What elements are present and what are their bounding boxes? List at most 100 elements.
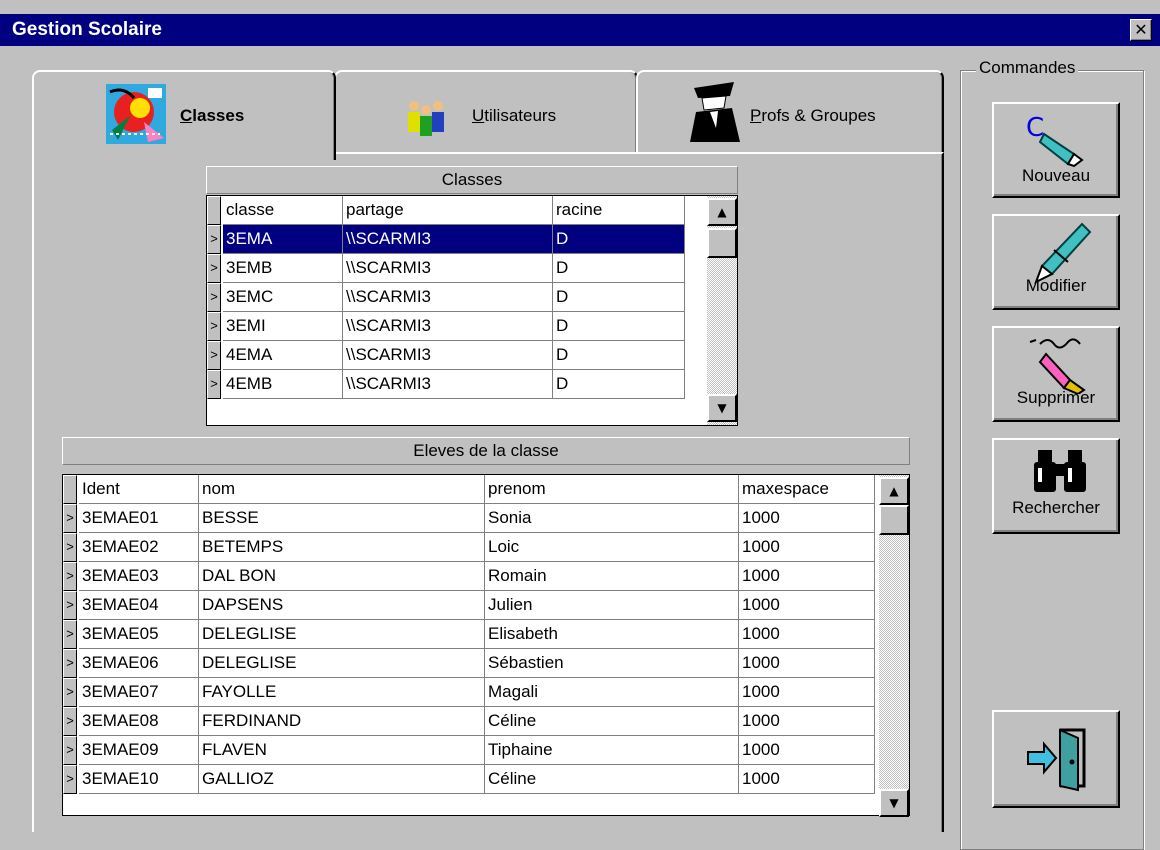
table-cell[interactable]: 3EMB bbox=[223, 254, 343, 283]
table-cell[interactable]: 1000 bbox=[739, 562, 875, 591]
table-cell[interactable]: BESSE bbox=[199, 504, 485, 533]
table-cell[interactable]: 4EMA bbox=[223, 341, 343, 370]
table-cell[interactable]: 4EMB bbox=[223, 370, 343, 399]
scroll-up-button[interactable]: ▲ bbox=[879, 477, 909, 505]
quitter-button[interactable] bbox=[992, 710, 1120, 808]
table-cell[interactable]: 1000 bbox=[739, 736, 875, 765]
table-cell[interactable]: \\SCARMI3 bbox=[343, 283, 553, 312]
scroll-down-button[interactable]: ▼ bbox=[879, 789, 909, 817]
table-cell[interactable]: Céline bbox=[485, 765, 739, 794]
table-cell[interactable]: 3EMAE02 bbox=[79, 533, 199, 562]
table-cell[interactable]: FERDINAND bbox=[199, 707, 485, 736]
row-indicator[interactable]: > bbox=[207, 370, 221, 399]
row-indicator[interactable]: > bbox=[207, 341, 221, 370]
tab-profs-groupes[interactable]: Profs & Groupes bbox=[636, 70, 944, 154]
table-cell[interactable]: DELEGLISE bbox=[199, 620, 485, 649]
table-cell[interactable]: Romain bbox=[485, 562, 739, 591]
table-cell[interactable]: 1000 bbox=[739, 533, 875, 562]
table-cell[interactable]: 3EMAE09 bbox=[79, 736, 199, 765]
modifier-button[interactable]: Modifier bbox=[992, 214, 1120, 310]
table-cell[interactable]: 3EMAE07 bbox=[79, 678, 199, 707]
table-cell[interactable]: Sébastien bbox=[485, 649, 739, 678]
table-cell[interactable]: 1000 bbox=[739, 504, 875, 533]
table-cell[interactable]: 3EMAE06 bbox=[79, 649, 199, 678]
rechercher-button[interactable]: Rechercher bbox=[992, 438, 1120, 534]
tab-utilisateurs[interactable]: Utilisateurs bbox=[334, 70, 638, 154]
table-cell[interactable]: D bbox=[553, 370, 685, 399]
supprimer-label: Supprimer bbox=[1016, 388, 1096, 407]
nouveau-button[interactable]: C Nouveau bbox=[992, 102, 1120, 198]
table-cell[interactable]: 1000 bbox=[739, 591, 875, 620]
row-indicator[interactable]: > bbox=[207, 283, 221, 312]
table-cell[interactable]: Elisabeth bbox=[485, 620, 739, 649]
row-indicator[interactable]: > bbox=[63, 504, 77, 533]
table-cell[interactable]: \\SCARMI3 bbox=[343, 341, 553, 370]
table-cell[interactable]: D bbox=[553, 254, 685, 283]
column-header[interactable]: classe bbox=[223, 196, 343, 225]
table-cell[interactable]: Tiphaine bbox=[485, 736, 739, 765]
table-cell[interactable]: 3EMC bbox=[223, 283, 343, 312]
table-cell[interactable]: DAPSENS bbox=[199, 591, 485, 620]
row-indicator[interactable]: > bbox=[63, 533, 77, 562]
row-indicator[interactable]: > bbox=[63, 678, 77, 707]
row-indicator[interactable]: > bbox=[207, 225, 221, 254]
table-cell[interactable]: Céline bbox=[485, 707, 739, 736]
table-cell[interactable]: 3EMAE05 bbox=[79, 620, 199, 649]
table-cell[interactable]: 1000 bbox=[739, 765, 875, 794]
table-cell[interactable]: DELEGLISE bbox=[199, 649, 485, 678]
table-cell[interactable]: Magali bbox=[485, 678, 739, 707]
column-header[interactable]: racine bbox=[553, 196, 685, 225]
classes-scrollbar[interactable]: ▲ ▼ bbox=[707, 196, 737, 425]
table-cell[interactable]: D bbox=[553, 341, 685, 370]
row-indicator[interactable]: > bbox=[207, 312, 221, 341]
pen-new-icon: C bbox=[1026, 113, 1084, 168]
table-cell[interactable]: 1000 bbox=[739, 707, 875, 736]
row-indicator[interactable]: > bbox=[63, 562, 77, 591]
supprimer-button[interactable]: Supprimer bbox=[992, 326, 1120, 422]
close-button[interactable]: ✕ bbox=[1130, 19, 1152, 41]
row-indicator[interactable]: > bbox=[63, 765, 77, 794]
table-cell[interactable]: \\SCARMI3 bbox=[343, 370, 553, 399]
table-cell[interactable]: BETEMPS bbox=[199, 533, 485, 562]
table-cell[interactable]: FLAVEN bbox=[199, 736, 485, 765]
row-indicator[interactable]: > bbox=[63, 649, 77, 678]
table-cell[interactable]: D bbox=[553, 312, 685, 341]
table-cell[interactable]: 3EMAE03 bbox=[79, 562, 199, 591]
eleves-scrollbar[interactable]: ▲ ▼ bbox=[879, 475, 909, 817]
table-cell[interactable]: 1000 bbox=[739, 678, 875, 707]
table-cell[interactable]: Sonia bbox=[485, 504, 739, 533]
table-cell[interactable]: D bbox=[553, 283, 685, 312]
column-header[interactable]: maxespace bbox=[739, 475, 875, 504]
table-cell[interactable]: 3EMA bbox=[223, 225, 343, 254]
column-header[interactable]: prenom bbox=[485, 475, 739, 504]
table-cell[interactable]: Loic bbox=[485, 533, 739, 562]
table-cell[interactable]: 3EMAE08 bbox=[79, 707, 199, 736]
column-header[interactable]: nom bbox=[199, 475, 485, 504]
scroll-up-button[interactable]: ▲ bbox=[707, 198, 737, 226]
table-cell[interactable]: DAL BON bbox=[199, 562, 485, 591]
row-indicator[interactable]: > bbox=[63, 620, 77, 649]
scroll-down-button[interactable]: ▼ bbox=[707, 394, 737, 422]
table-cell[interactable]: 1000 bbox=[739, 649, 875, 678]
table-cell[interactable]: \\SCARMI3 bbox=[343, 254, 553, 283]
table-cell[interactable]: 3EMAE01 bbox=[79, 504, 199, 533]
tab-classes[interactable]: Classes bbox=[32, 70, 336, 160]
table-cell[interactable]: GALLIOZ bbox=[199, 765, 485, 794]
table-cell[interactable]: Julien bbox=[485, 591, 739, 620]
scroll-thumb[interactable] bbox=[879, 505, 909, 535]
column-header[interactable]: partage bbox=[343, 196, 553, 225]
table-cell[interactable]: 3EMAE10 bbox=[79, 765, 199, 794]
row-indicator[interactable]: > bbox=[207, 254, 221, 283]
row-indicator[interactable]: > bbox=[63, 707, 77, 736]
scroll-thumb[interactable] bbox=[707, 228, 737, 258]
table-cell[interactable]: FAYOLLE bbox=[199, 678, 485, 707]
table-cell[interactable]: 3EMI bbox=[223, 312, 343, 341]
column-header[interactable]: Ident bbox=[79, 475, 199, 504]
table-cell[interactable]: \\SCARMI3 bbox=[343, 312, 553, 341]
row-indicator[interactable]: > bbox=[63, 591, 77, 620]
table-cell[interactable]: D bbox=[553, 225, 685, 254]
table-cell[interactable]: \\SCARMI3 bbox=[343, 225, 553, 254]
table-cell[interactable]: 3EMAE04 bbox=[79, 591, 199, 620]
table-cell[interactable]: 1000 bbox=[739, 620, 875, 649]
row-indicator[interactable]: > bbox=[63, 736, 77, 765]
